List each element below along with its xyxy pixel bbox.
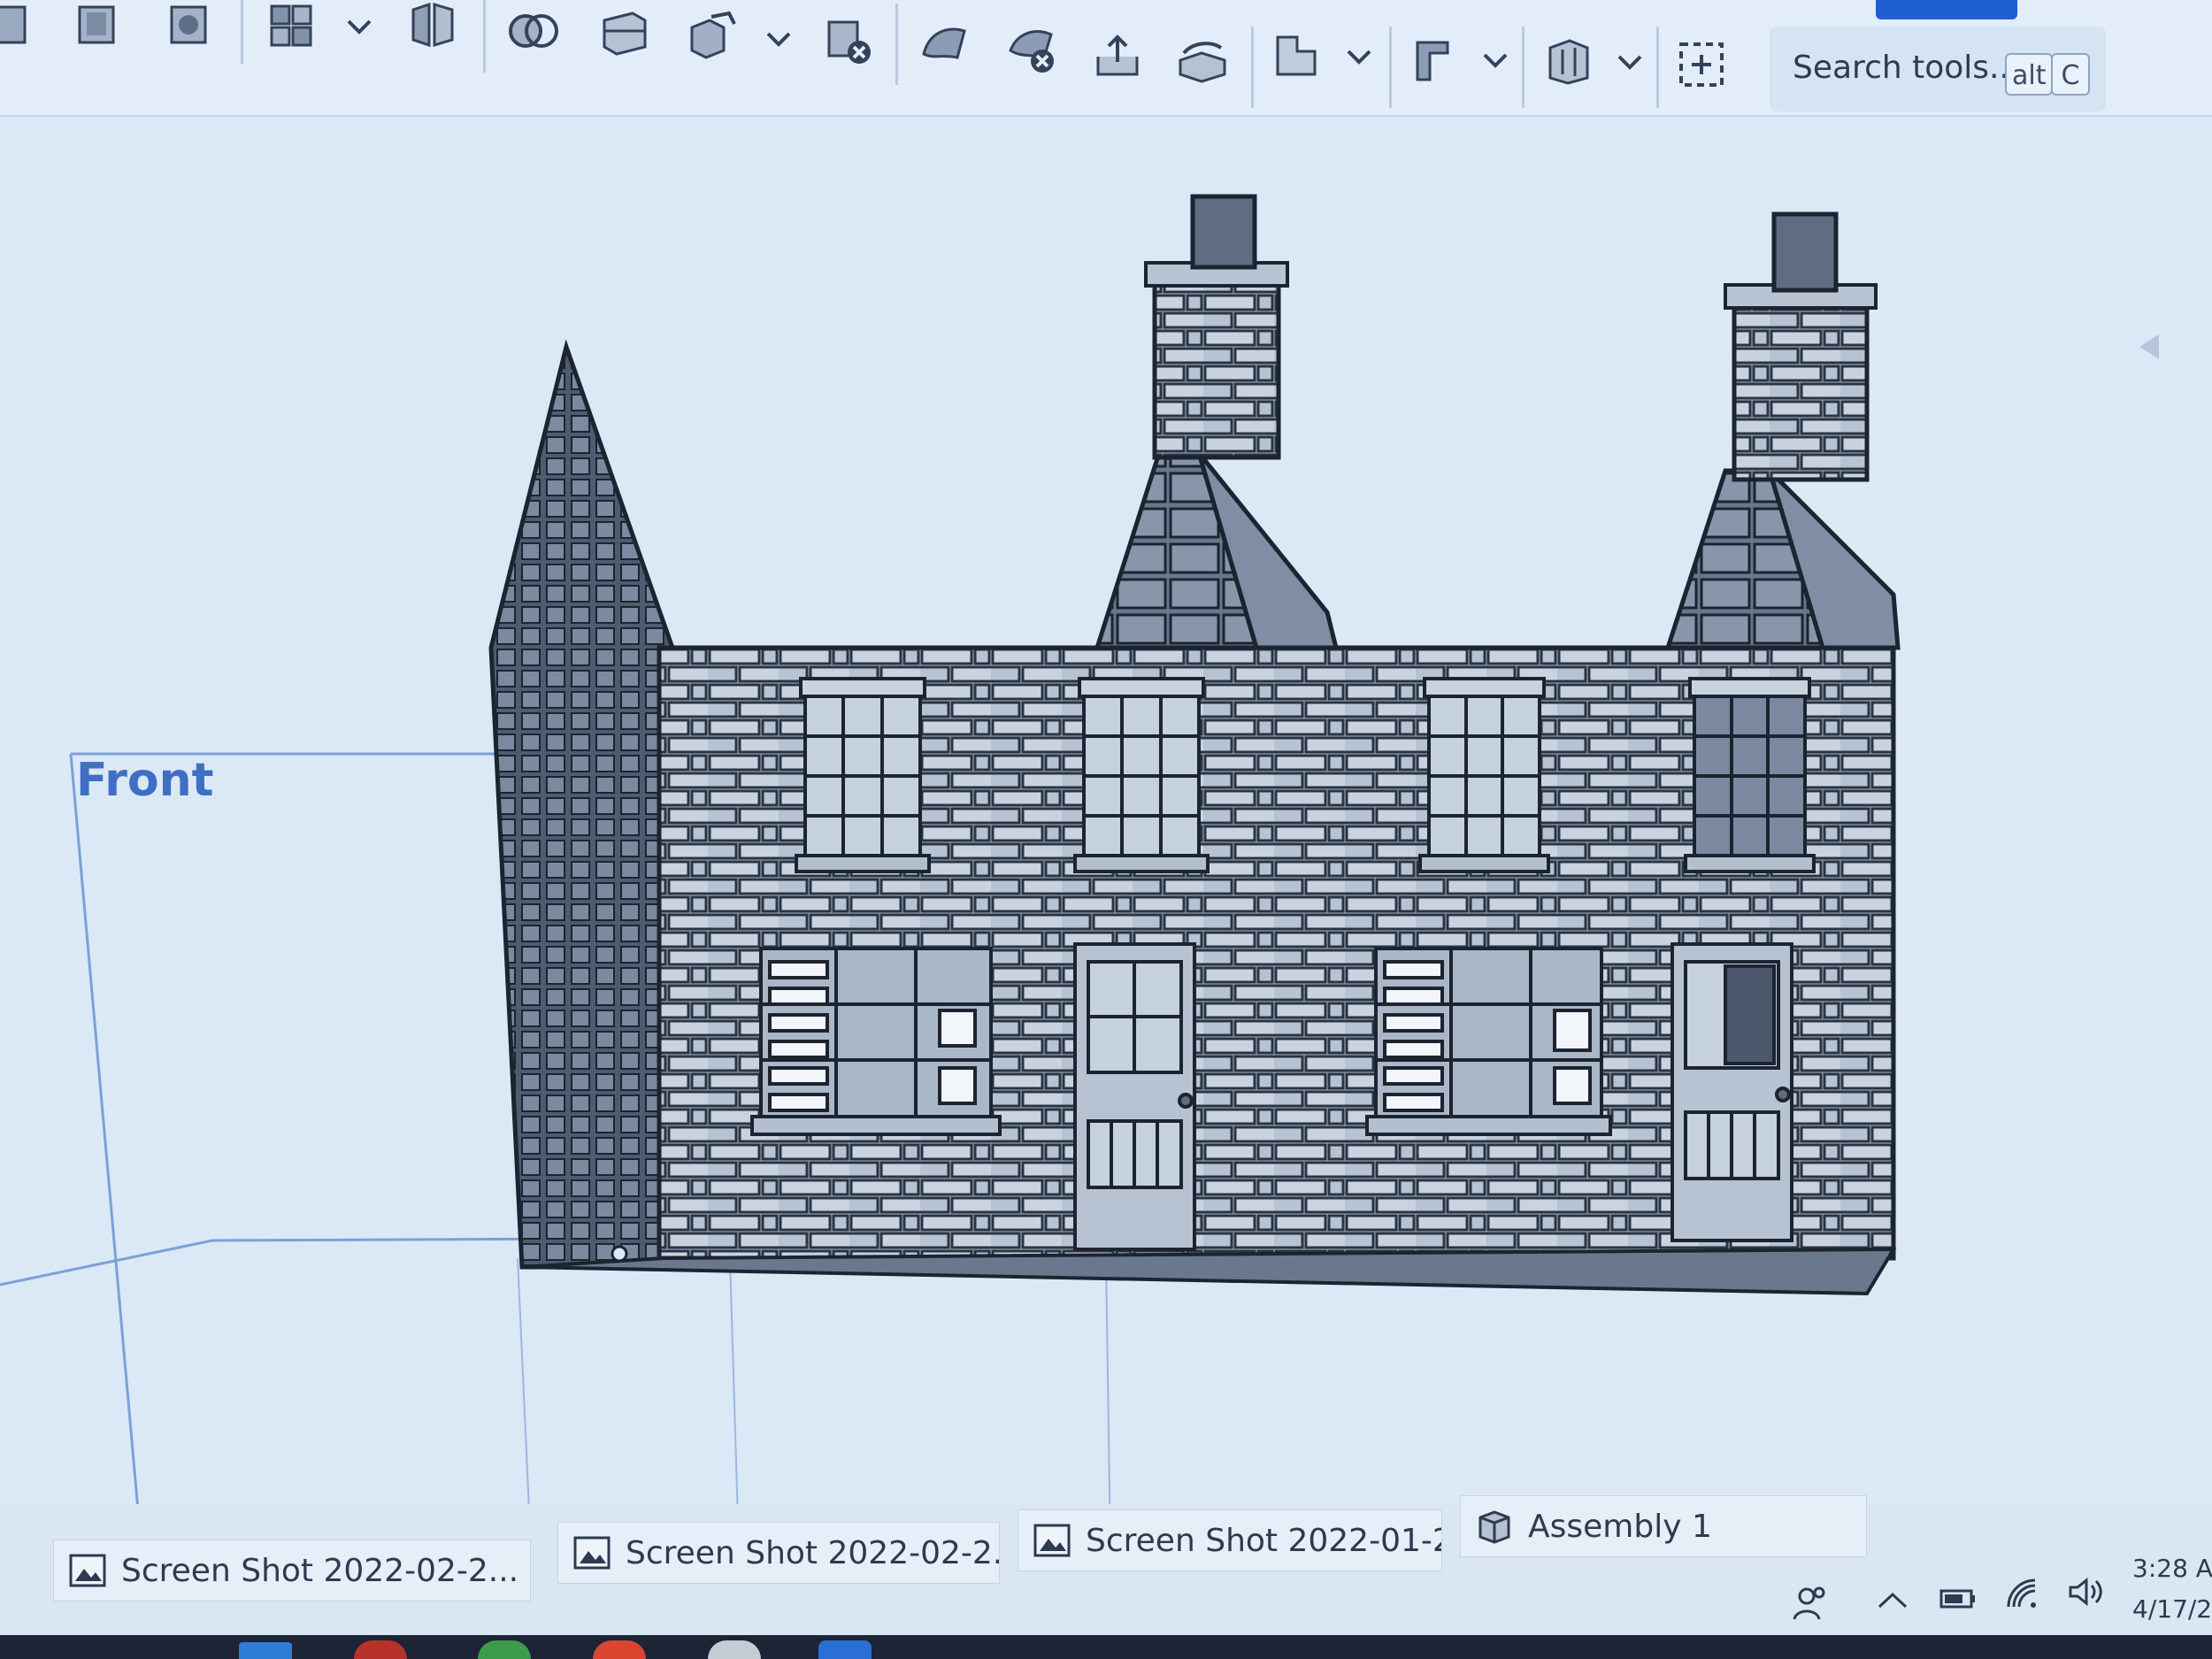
dock-app-icon[interactable] bbox=[354, 1640, 407, 1659]
toolbar-separator bbox=[483, 0, 486, 73]
lower-window bbox=[750, 947, 1002, 1136]
toolbar-separator bbox=[1251, 27, 1254, 108]
split-icon[interactable] bbox=[595, 4, 653, 62]
delete-part-icon[interactable] bbox=[819, 12, 878, 71]
pattern-icon[interactable] bbox=[262, 0, 320, 55]
clock-time: 3:28 AI bbox=[2132, 1554, 2212, 1583]
wifi-icon[interactable] bbox=[2003, 1575, 2044, 1616]
add-custom-feature-icon[interactable] bbox=[1672, 35, 1731, 94]
move-face-icon[interactable] bbox=[1088, 27, 1147, 85]
graphics-viewport[interactable]: Front bbox=[0, 117, 2212, 1524]
volume-icon[interactable] bbox=[2065, 1571, 2106, 1612]
app-dock bbox=[0, 1635, 2212, 1659]
front-door bbox=[1073, 942, 1196, 1251]
dock-app-icon[interactable] bbox=[708, 1640, 761, 1659]
mold-icon[interactable] bbox=[1540, 32, 1598, 90]
frame-icon[interactable] bbox=[1405, 32, 1463, 90]
replace-face-icon[interactable] bbox=[1173, 30, 1232, 88]
toolbar-separator bbox=[1656, 27, 1659, 108]
document-icon[interactable] bbox=[0, 0, 41, 55]
taskbar-item-screenshot-1[interactable]: Screen Shot 2022-02-2... bbox=[53, 1540, 531, 1601]
shortcut-key-alt: alt bbox=[2005, 53, 2054, 96]
image-icon bbox=[69, 1554, 106, 1587]
mirror-icon[interactable] bbox=[403, 0, 462, 55]
cottage-model[interactable] bbox=[0, 117, 2212, 1524]
search-tools-label: Search tools... bbox=[1793, 50, 2020, 86]
taskbar-item-label: Screen Shot 2022-01-2... bbox=[1086, 1522, 1441, 1559]
clock[interactable]: 3:28 AI 4/17/20 bbox=[2132, 1553, 2212, 1625]
share-button[interactable] bbox=[1876, 0, 2017, 19]
dock-app-icon[interactable] bbox=[239, 1642, 292, 1659]
toolbar-separator bbox=[895, 4, 898, 85]
chevron-up-icon[interactable] bbox=[1872, 1580, 1913, 1621]
chevron-down-icon[interactable] bbox=[1341, 39, 1377, 74]
chevron-down-icon[interactable] bbox=[342, 9, 377, 44]
dock-app-icon[interactable] bbox=[593, 1640, 646, 1659]
sheet-metal-icon[interactable] bbox=[1267, 27, 1325, 85]
boolean-icon[interactable] bbox=[504, 2, 563, 60]
upper-window bbox=[1684, 677, 1816, 873]
delete-face-icon[interactable] bbox=[1003, 21, 1062, 80]
assembly-icon bbox=[1479, 1510, 1510, 1544]
upper-window bbox=[1418, 677, 1550, 873]
image-icon bbox=[1033, 1524, 1071, 1557]
dock-app-icon[interactable] bbox=[818, 1640, 872, 1659]
upper-window bbox=[1073, 677, 1210, 873]
transform-icon[interactable] bbox=[683, 7, 741, 65]
taskbar-item-screenshot-3[interactable]: Screen Shot 2022-01-2... bbox=[1018, 1509, 1442, 1571]
toolbar: Search tools... alt C bbox=[0, 0, 2212, 117]
image-icon bbox=[573, 1536, 611, 1570]
taskbar-item-label: Assembly 1 bbox=[1528, 1508, 1712, 1545]
toolbar-separator bbox=[241, 0, 243, 64]
chevron-down-icon[interactable] bbox=[1478, 42, 1513, 78]
upper-window bbox=[795, 677, 931, 873]
front-door bbox=[1671, 942, 1793, 1242]
lower-window bbox=[1365, 947, 1612, 1136]
revolve-icon[interactable] bbox=[159, 0, 218, 55]
surface-icon[interactable] bbox=[915, 16, 973, 74]
search-tools[interactable]: Search tools... alt C bbox=[1770, 27, 2106, 111]
shortcut-key-c: C bbox=[2051, 53, 2090, 96]
chevron-down-icon[interactable] bbox=[1612, 44, 1647, 80]
taskbar-item-label: Screen Shot 2022-02-2... bbox=[626, 1534, 1000, 1571]
part-icon[interactable] bbox=[67, 0, 126, 55]
people-icon[interactable] bbox=[1789, 1584, 1830, 1624]
toolbar-separator bbox=[1522, 27, 1525, 108]
view-cube-arrow-icon[interactable] bbox=[2132, 329, 2168, 365]
taskbar-item-screenshot-2[interactable]: Screen Shot 2022-02-2... bbox=[557, 1522, 1000, 1584]
chevron-down-icon[interactable] bbox=[761, 21, 796, 57]
clock-date: 4/17/20 bbox=[2132, 1594, 2212, 1624]
taskbar-item-assembly[interactable]: Assembly 1 bbox=[1460, 1495, 1867, 1557]
taskbar-item-label: Screen Shot 2022-02-2... bbox=[121, 1552, 519, 1589]
toolbar-separator bbox=[1389, 27, 1392, 108]
dock-app-icon[interactable] bbox=[478, 1640, 531, 1659]
battery-icon[interactable] bbox=[1938, 1578, 1978, 1619]
